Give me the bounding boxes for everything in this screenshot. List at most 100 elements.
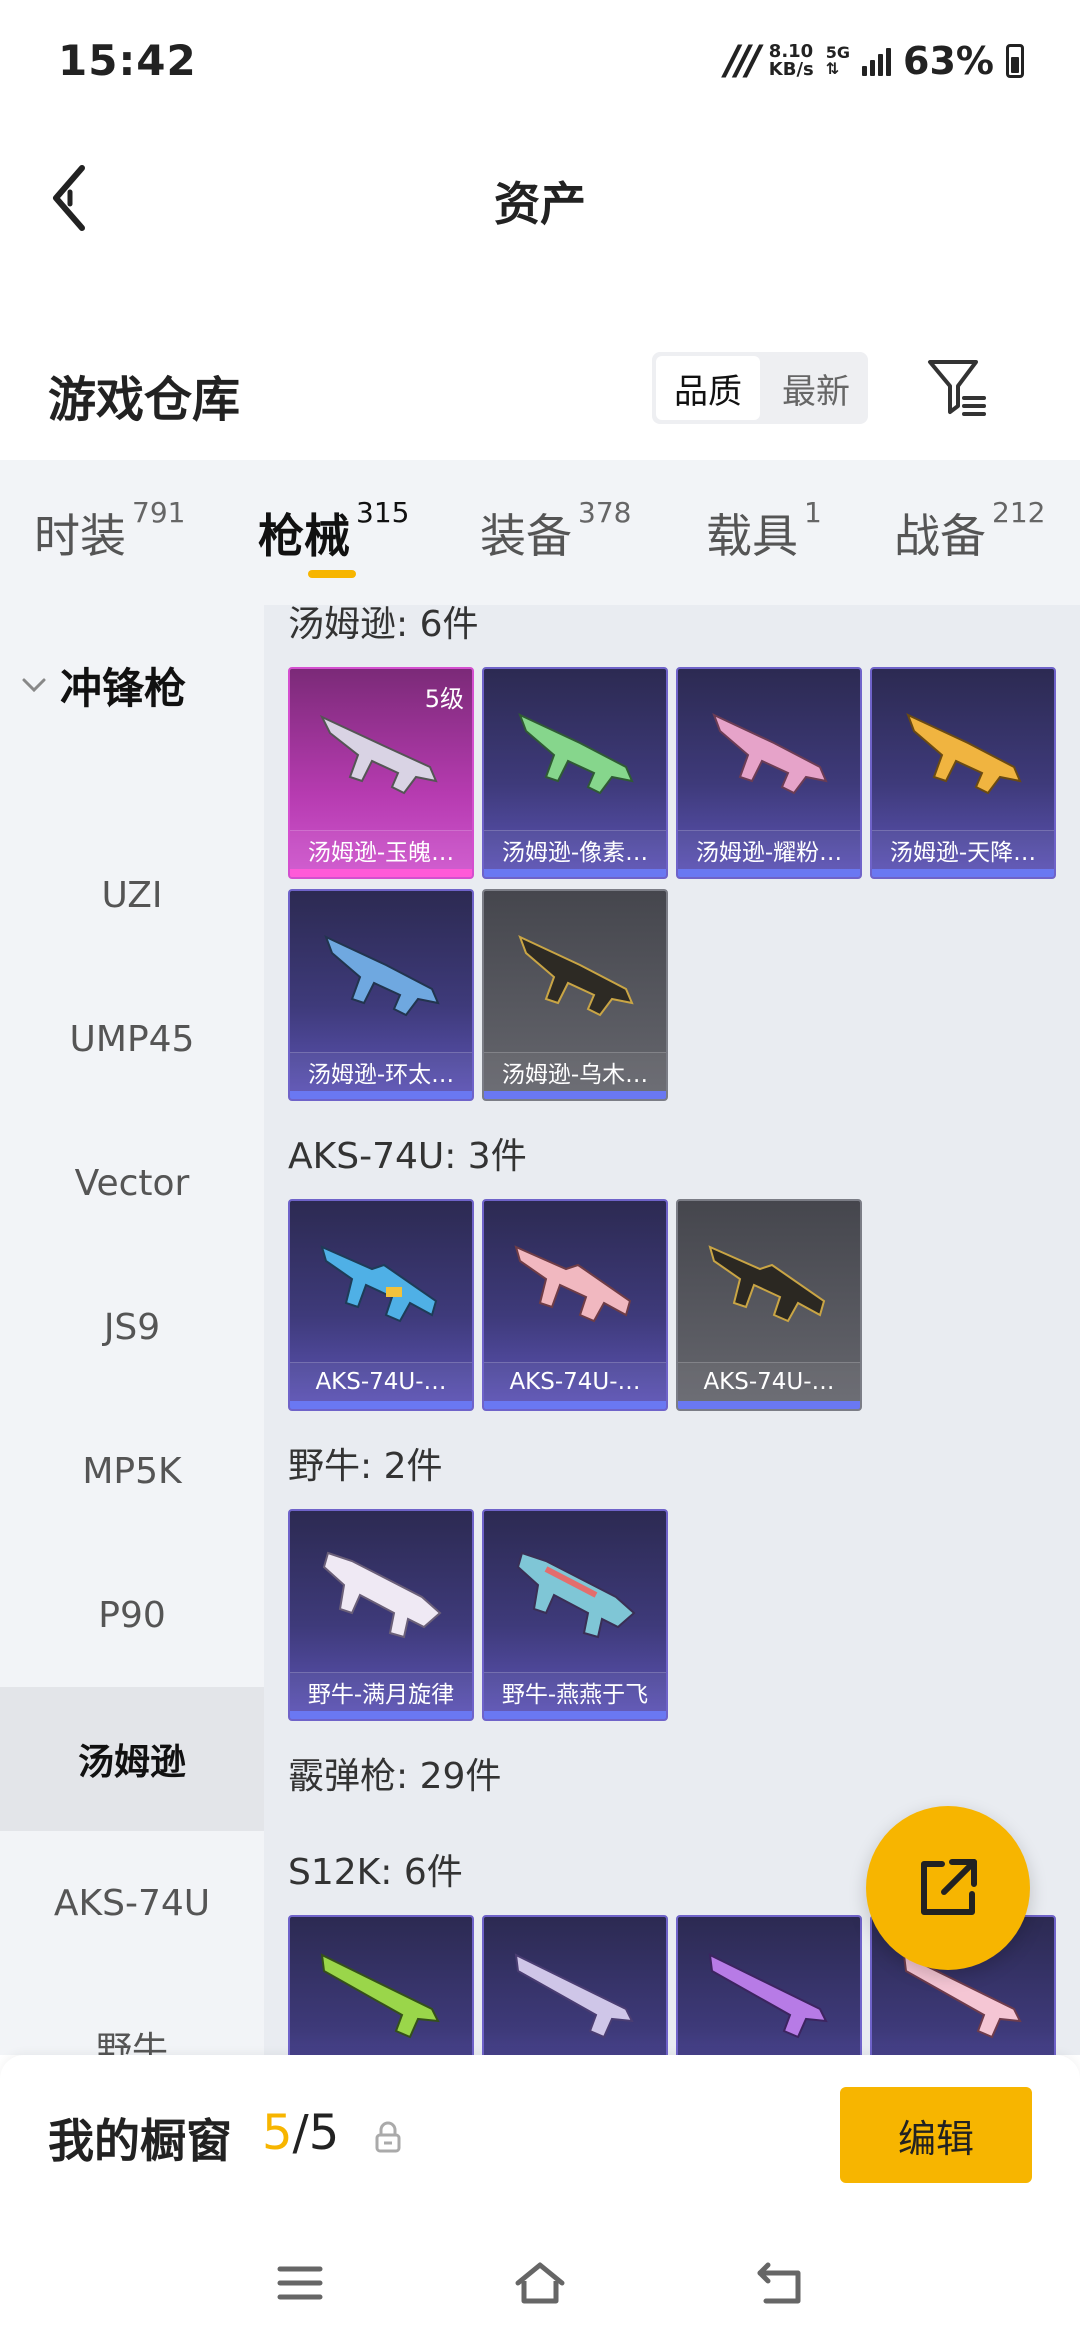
data-arrows-icon: ⇅ bbox=[825, 59, 840, 78]
weapon-image-icon bbox=[708, 1245, 826, 1323]
sidebar-item-mp5k[interactable]: MP5K bbox=[0, 1399, 264, 1543]
item-name: 汤姆逊-乌木… bbox=[484, 1052, 666, 1091]
showcase-count-separator: / bbox=[292, 2105, 309, 2161]
sort-option-quality[interactable]: 品质 bbox=[656, 356, 760, 420]
weapon-image-icon bbox=[712, 713, 828, 795]
rarity-bar bbox=[678, 869, 860, 877]
item-card[interactable]: AKS-74U-… bbox=[676, 1199, 862, 1411]
system-nav-bar bbox=[0, 2225, 1080, 2344]
rarity-bar bbox=[290, 869, 472, 877]
tab-firearms[interactable]: 枪械 315 bbox=[258, 496, 409, 566]
sidebar-item-js9[interactable]: JS9 bbox=[0, 1255, 264, 1399]
sidebar-item-uzi[interactable]: UZI bbox=[0, 823, 264, 967]
sidebar-item-ump45[interactable]: UMP45 bbox=[0, 967, 264, 1111]
tab-supplies[interactable]: 战备 212 bbox=[894, 496, 1045, 566]
weapon-image-icon bbox=[906, 713, 1022, 795]
home-icon[interactable] bbox=[512, 2257, 568, 2309]
weapon-image-icon bbox=[518, 713, 634, 795]
weapon-type-sidebar: 冲锋枪 UZI UMP45 Vector JS9 MP5K P90 汤姆逊 AK… bbox=[0, 605, 264, 2071]
tab-vehicles[interactable]: 载具 1 bbox=[706, 496, 822, 566]
item-card[interactable] bbox=[288, 1915, 474, 2055]
rarity-bar bbox=[484, 1091, 666, 1099]
item-card[interactable]: 5级 汤姆逊-玉魄… bbox=[288, 667, 474, 879]
share-button[interactable] bbox=[866, 1806, 1030, 1970]
item-card[interactable]: 汤姆逊-像素… bbox=[482, 667, 668, 879]
weapon-image-icon bbox=[319, 714, 438, 795]
share-export-icon bbox=[921, 1859, 977, 1915]
item-card[interactable]: 汤姆逊-乌木… bbox=[482, 889, 668, 1101]
rarity-bar bbox=[678, 1401, 860, 1409]
warehouse-title: 游戏仓库 bbox=[48, 372, 241, 428]
rarity-bar bbox=[872, 869, 1054, 877]
item-card[interactable]: 野牛-燕燕于飞 bbox=[482, 1509, 668, 1721]
section-title: AKS-74U: 3件 bbox=[288, 1136, 527, 1177]
category-tabs: 时装 791 枪械 315 装备 378 载具 1 战备 212 bbox=[0, 460, 1080, 605]
item-name: 野牛-燕燕于飞 bbox=[484, 1672, 666, 1711]
sidebar-item-vector[interactable]: Vector bbox=[0, 1111, 264, 1255]
showcase-count: 5/5 bbox=[262, 2105, 339, 2161]
rarity-bar bbox=[290, 1091, 472, 1099]
net-speed: 8.10 KB/s bbox=[769, 43, 814, 79]
weapon-image-icon bbox=[320, 1245, 438, 1323]
edit-button[interactable]: 编辑 bbox=[840, 2087, 1032, 2183]
sidebar-group-smg[interactable]: 冲锋枪 bbox=[18, 655, 186, 716]
section-title: 汤姆逊: 6件 bbox=[288, 605, 479, 645]
showcase-label: 我的橱窗 bbox=[48, 2114, 232, 2168]
item-card[interactable]: 汤姆逊-环太… bbox=[288, 889, 474, 1101]
battery-icon bbox=[1006, 44, 1024, 78]
item-card[interactable]: 汤姆逊-天降… bbox=[870, 667, 1056, 879]
weapon-image-icon bbox=[322, 1551, 442, 1639]
weapon-image-icon bbox=[516, 1551, 636, 1639]
page-title: 资产 bbox=[494, 177, 586, 231]
item-name: AKS-74U-… bbox=[678, 1362, 860, 1401]
item-card[interactable]: AKS-74U-… bbox=[482, 1199, 668, 1411]
sidebar-item-p90[interactable]: P90 bbox=[0, 1543, 264, 1687]
showcase-count-total: 5 bbox=[308, 2105, 340, 2161]
network-type: 5G ⇅ bbox=[826, 45, 850, 77]
battery-percent: 63% bbox=[903, 39, 994, 83]
section-title: 霰弹枪: 29件 bbox=[288, 1756, 502, 1797]
sidebar-item-aks74u[interactable]: AKS-74U bbox=[0, 1831, 264, 1975]
sort-toggle: 品质 最新 bbox=[652, 352, 868, 424]
weapon-image-icon bbox=[320, 1953, 440, 2039]
item-card[interactable] bbox=[482, 1915, 668, 2055]
item-name: 汤姆逊-像素… bbox=[484, 830, 666, 869]
weapon-image-icon bbox=[518, 935, 634, 1017]
sort-option-newest[interactable]: 最新 bbox=[764, 352, 868, 424]
item-name: AKS-74U-… bbox=[484, 1362, 666, 1401]
status-icons: /// 8.10 KB/s 5G ⇅ 63% bbox=[725, 36, 1024, 86]
showcase-bar: 我的橱窗 5/5 编辑 bbox=[0, 2055, 1080, 2225]
active-tab-indicator bbox=[308, 570, 356, 578]
rarity-bar bbox=[290, 1401, 472, 1409]
filter-icon bbox=[928, 360, 986, 416]
chevron-down-icon bbox=[22, 678, 46, 692]
rarity-bar bbox=[484, 1711, 666, 1719]
tab-fashion[interactable]: 时装 791 bbox=[34, 496, 185, 566]
item-name: 汤姆逊-环太… bbox=[290, 1052, 472, 1091]
carrier-logo-icon: /// bbox=[724, 38, 761, 84]
item-card[interactable] bbox=[676, 1915, 862, 2055]
signal-icon bbox=[862, 46, 892, 76]
item-card[interactable]: 汤姆逊-耀粉… bbox=[676, 667, 862, 879]
item-name: 汤姆逊-天降… bbox=[872, 830, 1054, 869]
sidebar-group-label: 冲锋枪 bbox=[60, 664, 187, 713]
sidebar-item-thompson[interactable]: 汤姆逊 bbox=[0, 1687, 264, 1831]
status-time: 15:42 bbox=[58, 36, 197, 85]
weapon-image-icon bbox=[514, 1245, 632, 1323]
lock-icon bbox=[375, 2121, 401, 2153]
item-card[interactable]: AKS-74U-… bbox=[288, 1199, 474, 1411]
net-speed-unit: KB/s bbox=[768, 59, 814, 80]
item-name: 野牛-满月旋律 bbox=[290, 1672, 472, 1711]
section-title: 野牛: 2件 bbox=[288, 1446, 443, 1487]
item-name: 汤姆逊-耀粉… bbox=[678, 830, 860, 869]
rarity-bar bbox=[484, 869, 666, 877]
back-nav-icon[interactable] bbox=[754, 2257, 806, 2309]
tab-equipment[interactable]: 装备 378 bbox=[480, 496, 631, 566]
weapon-image-icon bbox=[324, 935, 440, 1017]
showcase-count-current: 5 bbox=[262, 2105, 293, 2161]
menu-icon[interactable] bbox=[274, 2257, 326, 2309]
weapon-image-icon bbox=[708, 1953, 828, 2039]
item-card[interactable]: 野牛-满月旋律 bbox=[288, 1509, 474, 1721]
filter-button[interactable] bbox=[922, 352, 992, 422]
section-title: S12K: 6件 bbox=[288, 1852, 463, 1893]
